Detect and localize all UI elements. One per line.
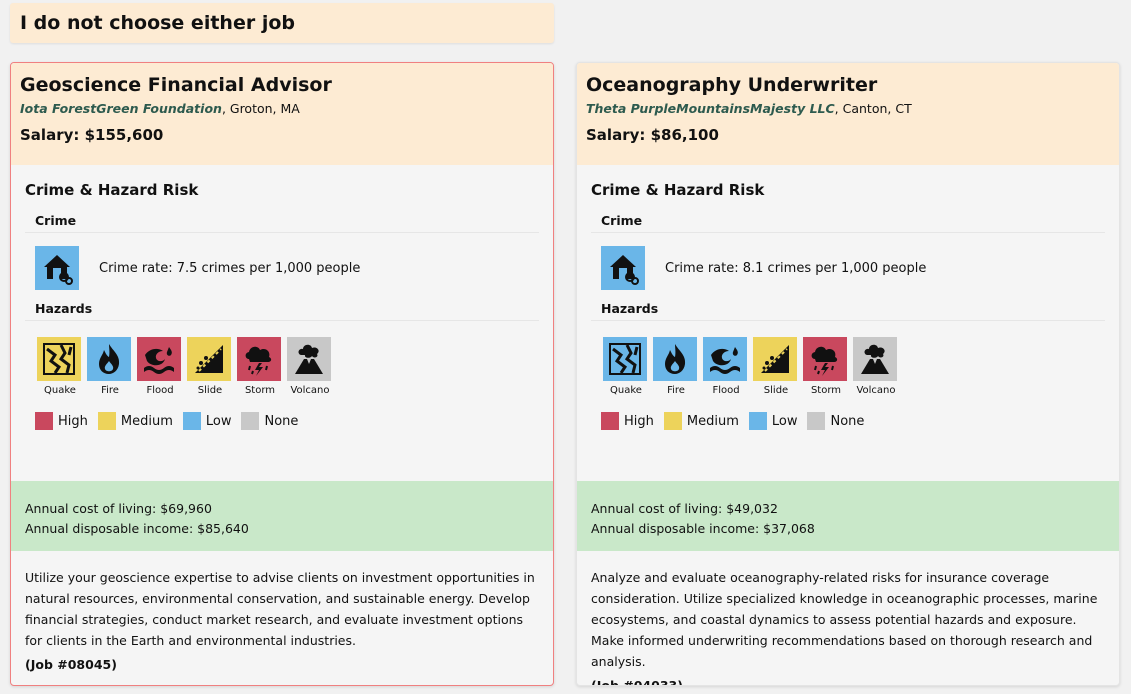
decline-both-button[interactable]: I do not choose either job bbox=[10, 3, 554, 43]
hazard-storm: Storm bbox=[803, 337, 849, 396]
job-id: (Job #08045) bbox=[25, 657, 117, 672]
description-text: Utilize your geoscience expertise to adv… bbox=[25, 570, 535, 648]
crime-rate: Crime rate: 7.5 crimes per 1,000 people bbox=[99, 260, 361, 276]
hazard-label: Slide bbox=[763, 385, 789, 396]
hazard-storm: Storm bbox=[237, 337, 283, 396]
company-line: Theta PurpleMountainsMajesty LLC, Canton… bbox=[586, 101, 1110, 117]
hazard-label: Flood bbox=[712, 385, 740, 396]
company-name: Theta PurpleMountainsMajesty LLC bbox=[586, 101, 835, 116]
flood-icon bbox=[703, 337, 747, 381]
hazard-flood: Flood bbox=[703, 337, 749, 396]
job-description: Analyze and evaluate oceanography-relate… bbox=[577, 551, 1119, 686]
disposable-income: Annual disposable income: $37,068 bbox=[591, 521, 815, 536]
salary: Salary: $86,100 bbox=[586, 126, 719, 144]
legend-medium: Medium bbox=[663, 412, 739, 430]
house-crime-icon bbox=[601, 246, 645, 290]
hazard-label: Fire bbox=[667, 385, 685, 396]
volcano-icon bbox=[287, 337, 331, 381]
cost-of-living: Annual cost of living: $49,032 bbox=[591, 501, 778, 516]
crime-rate: Crime rate: 8.1 crimes per 1,000 people bbox=[665, 260, 927, 276]
hazard-label: Flood bbox=[146, 385, 174, 396]
job-title: Oceanography Underwriter bbox=[586, 74, 878, 96]
crime-heading: Crime bbox=[25, 213, 539, 233]
hazard-fire: Fire bbox=[87, 337, 133, 396]
legend-high: High bbox=[601, 412, 654, 430]
description-text: Analyze and evaluate oceanography-relate… bbox=[591, 570, 1098, 669]
fire-icon bbox=[87, 337, 131, 381]
job-header: Geoscience Financial Advisor Iota Forest… bbox=[11, 63, 553, 165]
crime-row: Crime rate: 7.5 crimes per 1,000 people bbox=[25, 233, 539, 301]
hazard-row: Quake Fire Flood Slide Storm Volcano bbox=[591, 321, 1105, 396]
company-name: Iota ForestGreen Foundation bbox=[20, 101, 222, 116]
hazard-label: Quake bbox=[610, 385, 642, 396]
risk-title: Crime & Hazard Risk bbox=[25, 181, 199, 199]
crime-heading: Crime bbox=[591, 213, 1105, 233]
job-location: , Canton, CT bbox=[834, 101, 912, 116]
hazard-flood: Flood bbox=[137, 337, 183, 396]
cost-section: Annual cost of living: $49,032 Annual di… bbox=[577, 481, 1119, 551]
hazard-quake: Quake bbox=[37, 337, 83, 396]
storm-icon bbox=[237, 337, 281, 381]
fire-icon bbox=[653, 337, 697, 381]
job-id: (Job #04033) bbox=[591, 678, 683, 686]
quake-icon bbox=[603, 337, 647, 381]
storm-icon bbox=[803, 337, 847, 381]
disposable-income: Annual disposable income: $85,640 bbox=[25, 521, 249, 536]
hazard-label: Storm bbox=[810, 385, 842, 396]
legend-low: Low bbox=[182, 412, 231, 430]
job-description: Utilize your geoscience expertise to adv… bbox=[11, 551, 553, 675]
flood-icon bbox=[137, 337, 181, 381]
legend-low: Low bbox=[748, 412, 797, 430]
hazard-label: Slide bbox=[197, 385, 223, 396]
cost-of-living: Annual cost of living: $69,960 bbox=[25, 501, 212, 516]
hazard-label: Quake bbox=[44, 385, 76, 396]
hazard-volcano: Volcano bbox=[853, 337, 899, 396]
volcano-icon bbox=[853, 337, 897, 381]
risk-legend: High Medium Low None bbox=[25, 396, 539, 430]
hazard-volcano: Volcano bbox=[287, 337, 333, 396]
hazard-slide: Slide bbox=[753, 337, 799, 396]
legend-medium: Medium bbox=[97, 412, 173, 430]
hazard-label: Fire bbox=[101, 385, 119, 396]
job-title: Geoscience Financial Advisor bbox=[20, 74, 332, 96]
quake-icon bbox=[37, 337, 81, 381]
job-card-right[interactable]: Oceanography Underwriter Theta PurpleMou… bbox=[576, 62, 1120, 686]
risk-section: Crime & Hazard Risk Crime Crime rate: 8.… bbox=[577, 165, 1119, 481]
risk-title: Crime & Hazard Risk bbox=[591, 181, 765, 199]
legend-none: None bbox=[807, 412, 864, 430]
legend-high: High bbox=[35, 412, 88, 430]
salary: Salary: $155,600 bbox=[20, 126, 164, 144]
hazard-row: Quake Fire Flood Slide Storm Volcano bbox=[25, 321, 539, 396]
slide-icon bbox=[753, 337, 797, 381]
hazard-slide: Slide bbox=[187, 337, 233, 396]
hazard-quake: Quake bbox=[603, 337, 649, 396]
job-header: Oceanography Underwriter Theta PurpleMou… bbox=[577, 63, 1119, 165]
slide-icon bbox=[187, 337, 231, 381]
risk-section: Crime & Hazard Risk Crime Crime rate: 7.… bbox=[11, 165, 553, 481]
house-crime-icon bbox=[35, 246, 79, 290]
risk-legend: High Medium Low None bbox=[591, 396, 1105, 430]
hazards-heading: Hazards bbox=[25, 301, 539, 321]
hazard-label: Storm bbox=[244, 385, 276, 396]
job-location: , Groton, MA bbox=[221, 101, 300, 116]
company-line: Iota ForestGreen Foundation, Groton, MA bbox=[20, 101, 544, 117]
crime-row: Crime rate: 8.1 crimes per 1,000 people bbox=[591, 233, 1105, 301]
hazard-label: Volcano bbox=[856, 385, 896, 396]
cost-section: Annual cost of living: $69,960 Annual di… bbox=[11, 481, 553, 551]
job-card-left[interactable]: Geoscience Financial Advisor Iota Forest… bbox=[10, 62, 554, 686]
legend-none: None bbox=[241, 412, 298, 430]
hazard-fire: Fire bbox=[653, 337, 699, 396]
hazards-heading: Hazards bbox=[591, 301, 1105, 321]
hazard-label: Volcano bbox=[290, 385, 330, 396]
